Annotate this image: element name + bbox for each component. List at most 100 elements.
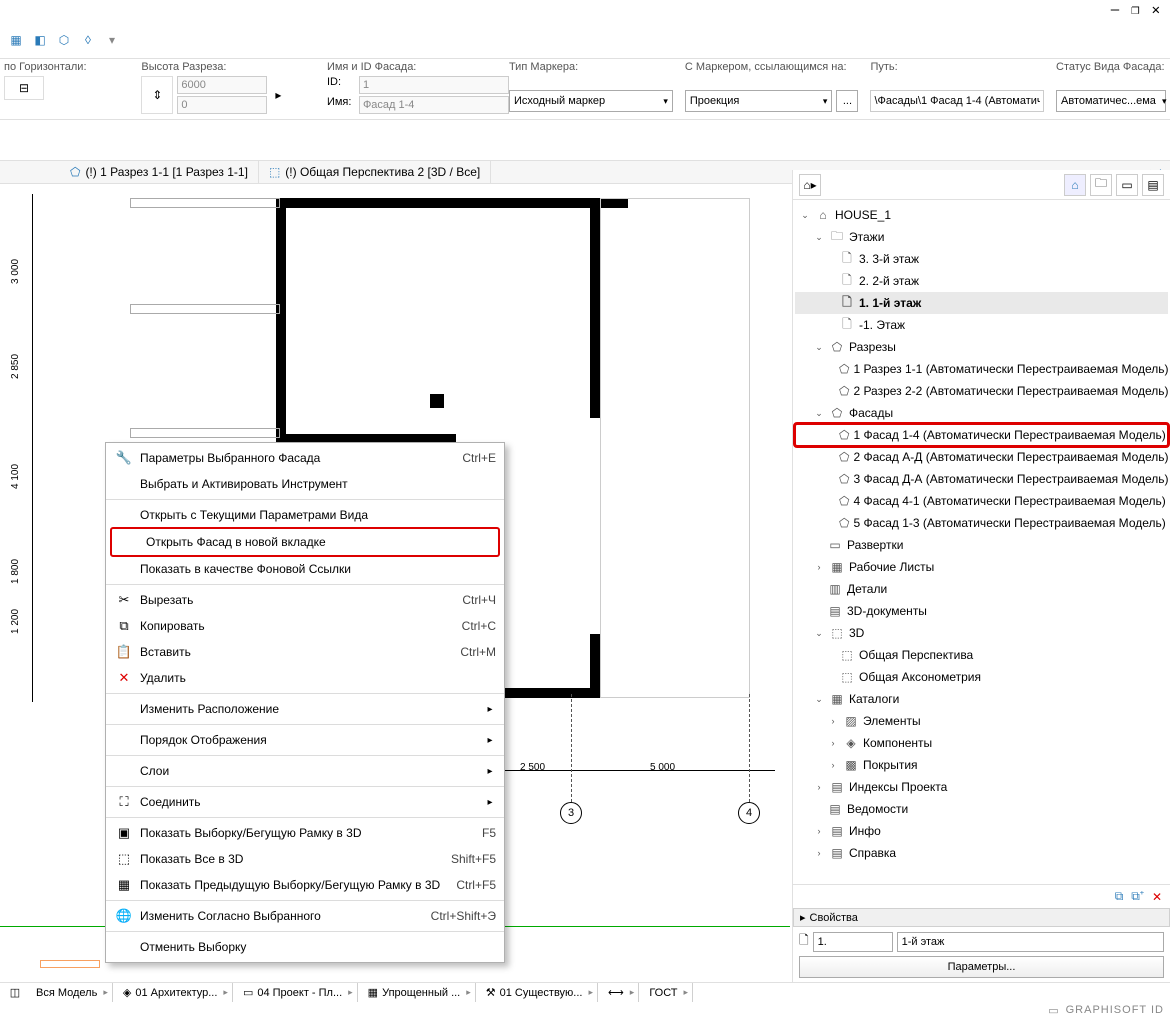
section-height-icon[interactable]: ⇕: [141, 76, 173, 114]
status-dim[interactable]: ⟷: [604, 983, 639, 1002]
tree-item-components[interactable]: ›◈Компоненты: [795, 732, 1168, 754]
new-layout-icon[interactable]: ⧉⁺: [1131, 889, 1144, 904]
tree-item-interior[interactable]: ▭Развертки: [795, 534, 1168, 556]
tree-item-elevation[interactable]: ⬠2 Фасад А-Д (Автоматически Перестраивае…: [795, 446, 1168, 468]
status-scale[interactable]: ▭04 Проект - Пл...: [239, 983, 358, 1002]
horizontal-icon[interactable]: ⊟: [4, 76, 44, 100]
status-standard[interactable]: ГОСТ: [645, 983, 693, 1002]
status-display[interactable]: ▦Упрощенный ...: [364, 983, 476, 1002]
grid-axis-marker: 4: [738, 802, 760, 824]
menu-item-open-current[interactable]: Открыть с Текущими Параметрами Вида: [106, 502, 504, 528]
props-id-input[interactable]: [813, 932, 893, 952]
tree-item-elevation[interactable]: ⬠5 Фасад 1-3 (Автоматически Перестраивае…: [795, 512, 1168, 534]
tree-item-indexes[interactable]: ›▤Индексы Проекта: [795, 776, 1168, 798]
menu-item-layers[interactable]: Слои ▸: [106, 758, 504, 784]
navigator-tab-views[interactable]: 🗀: [1090, 174, 1112, 196]
tree-item-details[interactable]: ▥Детали: [795, 578, 1168, 600]
marker-type-combo[interactable]: Исходный маркер: [509, 90, 673, 112]
status-layer[interactable]: ◈01 Архитектур...: [119, 983, 233, 1002]
new-view-icon[interactable]: ⧉: [1115, 889, 1124, 904]
view-status-combo[interactable]: Автоматичес...ема: [1056, 90, 1166, 112]
tree-item-surfaces[interactable]: ›▩Покрытия: [795, 754, 1168, 776]
tree-item-info[interactable]: ›▤Инфо: [795, 820, 1168, 842]
tree-item-section[interactable]: ⬠1 Разрез 1-1 (Автоматически Перестраива…: [795, 358, 1168, 380]
navigator-tab-project[interactable]: ⌂: [1064, 174, 1086, 196]
properties-header[interactable]: ▸Свойства: [793, 908, 1170, 927]
tab-3d[interactable]: ⬚ (!) Общая Перспектива 2 [3D / Все]: [259, 161, 491, 183]
height-bottom-input[interactable]: [177, 96, 267, 114]
parameters-button[interactable]: Параметры...: [799, 956, 1164, 978]
menu-item-copy[interactable]: ⧉ Копировать Ctrl+С: [106, 613, 504, 639]
tool-icon-1[interactable]: ◧: [30, 30, 50, 50]
tool-icon-2[interactable]: ⬡: [54, 30, 74, 50]
tree-item-elevation[interactable]: ⬠3 Фасад Д-А (Автоматически Перестраивае…: [795, 468, 1168, 490]
menu-item-show-bg[interactable]: Показать в качестве Фоновой Ссылки: [106, 556, 504, 582]
tree-item-elevation-highlighted[interactable]: ⬠1 Фасад 1-4 (Автоматически Перестраивае…: [795, 424, 1168, 446]
chevron-right-icon[interactable]: ▸: [271, 88, 285, 102]
restore-icon[interactable]: ❐: [1125, 0, 1145, 20]
tree-item-story[interactable]: 🗋3. 3-й этаж: [795, 248, 1168, 270]
menu-item-cut[interactable]: ✂ Вырезать Ctrl+Ч: [106, 587, 504, 613]
navigator-mode-button[interactable]: ⌂▸: [799, 174, 821, 196]
menu-item-move[interactable]: Изменить Расположение ▸: [106, 696, 504, 722]
tree-item-schedules[interactable]: ▤Ведомости: [795, 798, 1168, 820]
tree-item-story[interactable]: 🗋-1. Этаж: [795, 314, 1168, 336]
menu-item-edit-selected[interactable]: 🌐 Изменить Согласно Выбранного Ctrl+Shif…: [106, 903, 504, 929]
close-icon[interactable]: ✕: [1146, 0, 1166, 20]
tree-item-stories[interactable]: ⌄🗀Этажи: [795, 226, 1168, 248]
status-reno[interactable]: ⚒01 Существую...: [482, 983, 598, 1002]
window-controls: – ❐ ✕: [1105, 0, 1166, 20]
wrench-icon: 🔧: [114, 448, 134, 468]
tree-item-sections[interactable]: ⌄⬠Разрезы: [795, 336, 1168, 358]
delete-view-icon[interactable]: ✕: [1152, 890, 1162, 904]
marker-ref-combo[interactable]: Проекция: [685, 90, 833, 112]
navigator-tab-layouts[interactable]: ▭: [1116, 174, 1138, 196]
tree-item-help[interactable]: ›▤Справка: [795, 842, 1168, 864]
status-icon[interactable]: ◫: [4, 986, 26, 999]
tree-item-worksheets[interactable]: ›▦Рабочие Листы: [795, 556, 1168, 578]
height-top-input[interactable]: [177, 76, 267, 94]
tree-item-axonometry[interactable]: ⬚Общая Аксонометрия: [795, 666, 1168, 688]
marker-ref-more-button[interactable]: ...: [836, 90, 858, 112]
menu-item-parameters[interactable]: 🔧 Параметры Выбранного Фасада Ctrl+E: [106, 445, 504, 471]
tool-icon-3[interactable]: ◊: [78, 30, 98, 50]
menu-item-show-prev-3d[interactable]: ▦ Показать Предыдущую Выборку/Бегущую Ра…: [106, 872, 504, 898]
id-input[interactable]: [359, 76, 509, 94]
navigator-tree[interactable]: ⌄⌂HOUSE_1 ⌄🗀Этажи 🗋3. 3-й этаж 🗋2. 2-й э…: [793, 200, 1170, 884]
props-name-input[interactable]: [897, 932, 1164, 952]
menu-item-delete[interactable]: ✕ Удалить: [106, 665, 504, 691]
menu-item-connect[interactable]: ⛶ Соединить ▸: [106, 789, 504, 815]
view-status-label: Статус Вида Фасада:: [1056, 61, 1166, 73]
tree-item-elevations[interactable]: ⌄⬠Фасады: [795, 402, 1168, 424]
tree-item-3d-docs[interactable]: ▤3D-документы: [795, 600, 1168, 622]
menu-item-deselect[interactable]: Отменить Выборку: [106, 934, 504, 960]
tab-section[interactable]: ⬠ (!) 1 Разрез 1-1 [1 Разрез 1-1]: [60, 161, 259, 183]
path-input[interactable]: [870, 90, 1044, 112]
menu-item-open-new-tab[interactable]: Открыть Фасад в новой вкладке: [112, 529, 498, 555]
navigator-tab-publisher[interactable]: ▤: [1142, 174, 1164, 196]
dropdown-arrow-icon[interactable]: ▾: [102, 30, 122, 50]
tree-item-3d[interactable]: ⌄⬚3D: [795, 622, 1168, 644]
tree-item-catalogs[interactable]: ⌄▦Каталоги: [795, 688, 1168, 710]
tree-item-elements[interactable]: ›▨Элементы: [795, 710, 1168, 732]
tree-item-story[interactable]: 🗋2. 2-й этаж: [795, 270, 1168, 292]
renovation-icon[interactable]: ▦: [6, 30, 26, 50]
menu-item-select-tool[interactable]: Выбрать и Активировать Инструмент: [106, 471, 504, 497]
tree-item-project[interactable]: ⌄⌂HOUSE_1: [795, 204, 1168, 226]
graphisoft-icon[interactable]: ▭: [1048, 1004, 1059, 1017]
tree-item-perspective[interactable]: ⬚Общая Перспектива: [795, 644, 1168, 666]
graphisoft-id-label[interactable]: GRAPHISOFT ID: [1066, 1004, 1164, 1016]
menu-item-show-3d[interactable]: ▣ Показать Выборку/Бегущую Рамку в 3D F5: [106, 820, 504, 846]
tree-item-story-active[interactable]: 🗋1. 1-й этаж: [795, 292, 1168, 314]
name-input[interactable]: [359, 96, 509, 114]
menu-item-display-order[interactable]: Порядок Отображения ▸: [106, 727, 504, 753]
menu-item-show-all-3d[interactable]: ⬚ Показать Все в 3D Shift+F5: [106, 846, 504, 872]
tree-item-elevation[interactable]: ⬠4 Фасад 4-1 (Автоматически Перестраивае…: [795, 490, 1168, 512]
marquee-3d-icon: ▣: [114, 823, 134, 843]
chevron-right-icon: ▸: [484, 735, 496, 746]
menu-item-paste[interactable]: 📋 Вставить Ctrl+М: [106, 639, 504, 665]
status-model[interactable]: Вся Модель: [32, 983, 113, 1002]
tree-item-section[interactable]: ⬠2 Разрез 2-2 (Автоматически Перестраива…: [795, 380, 1168, 402]
minimize-icon[interactable]: –: [1105, 0, 1125, 20]
marker-ref-label: С Маркером, ссылающимся на:: [685, 61, 859, 73]
